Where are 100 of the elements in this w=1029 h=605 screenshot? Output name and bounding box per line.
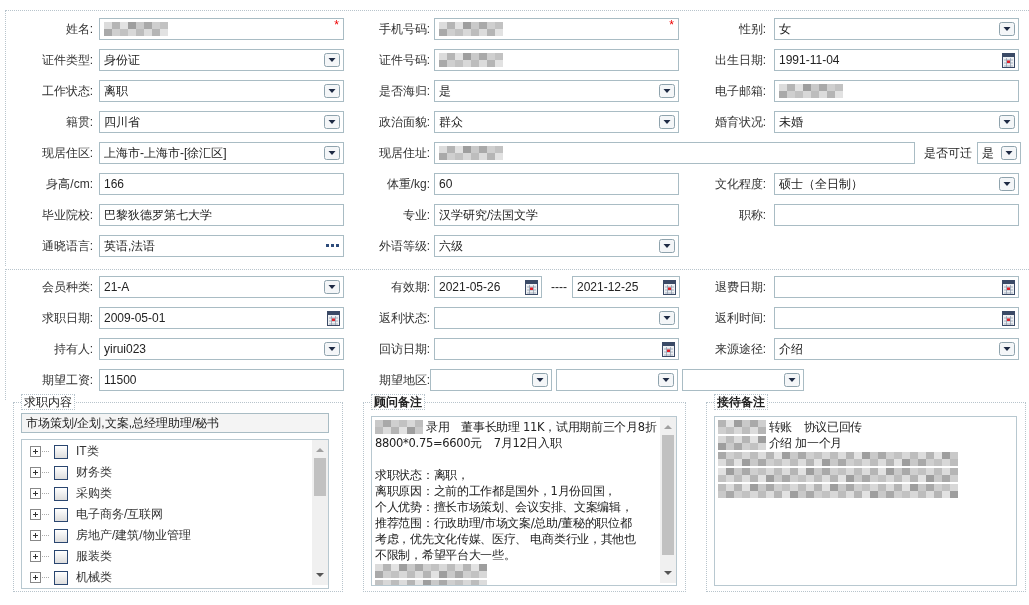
tree-item[interactable]: 机械类	[76, 569, 112, 586]
text-field[interactable]	[434, 142, 915, 164]
calendar-icon[interactable]	[327, 310, 340, 326]
text-field[interactable]: 市场策划/企划,文案,总经理助理/秘书	[21, 413, 329, 433]
calendar-icon[interactable]	[662, 341, 675, 357]
calendar-icon[interactable]	[1002, 310, 1015, 326]
panel-title: 求职内容	[21, 394, 75, 410]
notes-textarea[interactable]: 转账 协议已回传 介绍 加一个月	[713, 416, 1017, 586]
field-label: 有效期:	[389, 279, 430, 296]
dropdown[interactable]: yirui023	[99, 338, 344, 360]
expand-icon[interactable]	[30, 488, 50, 499]
tree-item[interactable]: 房地产/建筑/物业管理	[76, 527, 191, 544]
expand-icon[interactable]	[30, 446, 50, 457]
text-field[interactable]: 11500	[99, 369, 344, 391]
dropdown[interactable]: 上海市-上海市-[徐汇区]	[99, 142, 344, 164]
dropdown[interactable]: 是	[977, 142, 1021, 164]
note-text: 不限制，希望平台大一些。	[375, 547, 516, 563]
dropdown[interactable]: 是	[434, 80, 679, 102]
date-field[interactable]	[434, 338, 679, 360]
field-label: 通晓语言:	[40, 238, 93, 255]
tree-item[interactable]: 采购类	[76, 485, 112, 502]
dropdown[interactable]: 身份证	[99, 49, 344, 71]
field-label: 期望地区:	[377, 372, 430, 389]
text-field[interactable]	[774, 204, 1019, 226]
field-value: 群众	[439, 114, 464, 131]
dropdown[interactable]: 硕士（全日制）	[774, 173, 1019, 195]
text-field[interactable]	[774, 80, 1019, 102]
expand-icon[interactable]	[30, 509, 50, 520]
notes-textarea[interactable]: 录用 董事长助理 11K，试用期前三个月8折 8800*0.75=6600元 7月12日入职 求职状态：离职， 离职原因：之前的工作都是国外，1月份回国， 个人优势：擅长市场策划、会议安排、文案编辑， 推荐范围：行政助理/市场文案/总助/董秘的职位都 考虑，优先文化传媒、医疗、 电商类行业，其他也 不限制，希望平台大一些。	[371, 416, 677, 586]
field-label: 毕业院校:	[40, 207, 93, 224]
tree-item[interactable]: 财务类	[76, 464, 112, 481]
field-label: 职称:	[737, 207, 766, 224]
note-text: 求职状态：离职，	[375, 467, 469, 483]
scrollbar[interactable]	[312, 440, 328, 585]
field-label: 婚育状况:	[713, 114, 766, 131]
text-field[interactable]: 166	[99, 173, 344, 195]
text-field[interactable]	[434, 49, 679, 71]
expand-icon[interactable]	[30, 467, 50, 478]
field-label: 退费日期:	[713, 279, 766, 296]
note-text: 考虑，优先文化传媒、医疗、 电商类行业，其他也	[375, 531, 636, 547]
tree-item[interactable]: IT类	[76, 443, 99, 460]
expand-icon[interactable]	[30, 551, 50, 562]
field-label: 回访日期:	[377, 341, 430, 358]
field-label: ----	[551, 279, 567, 296]
field-label: 持有人:	[52, 341, 93, 358]
field-label: 籍贯:	[64, 114, 93, 131]
text-field[interactable]: 60	[434, 173, 679, 195]
checkbox[interactable]	[54, 570, 68, 585]
checkbox[interactable]	[54, 549, 68, 564]
checkbox[interactable]	[54, 486, 68, 501]
text-field[interactable]: *	[99, 18, 344, 40]
dropdown[interactable]: 未婚	[774, 111, 1019, 133]
date-field[interactable]: 2009-05-01	[99, 307, 344, 329]
field-label: 专业:	[401, 207, 430, 224]
field-label: 工作状态:	[40, 83, 93, 100]
text-field[interactable]: 汉学研究/法国文学	[434, 204, 679, 226]
expand-icon[interactable]	[30, 572, 50, 583]
date-field[interactable]	[774, 276, 1019, 298]
field-value: 六级	[439, 238, 464, 255]
field-label: 证件类型:	[40, 52, 93, 69]
field-label: 会员种类:	[40, 279, 93, 296]
calendar-icon[interactable]	[1002, 52, 1015, 68]
checkbox[interactable]	[54, 507, 68, 522]
field-value: 身份证	[104, 52, 141, 69]
more-icon[interactable]	[326, 244, 340, 248]
text-field[interactable]: 巴黎狄德罗第七大学	[99, 204, 344, 226]
dropdown[interactable]: 女	[774, 18, 1019, 40]
dropdown[interactable]: 群众	[434, 111, 679, 133]
tree-item[interactable]: 电子商务/互联网	[76, 506, 164, 523]
date-field[interactable]	[774, 307, 1019, 329]
date-field[interactable]: 2021-05-26	[434, 276, 542, 298]
field-value: 2021-05-26	[439, 279, 502, 296]
field-value: 21-A	[104, 279, 131, 296]
date-field[interactable]: 1991-11-04	[774, 49, 1019, 71]
field-label: 是否可迁	[924, 145, 972, 162]
field-label: 现居住区:	[40, 145, 93, 162]
dropdown[interactable]: 介绍	[774, 338, 1019, 360]
note-text: 个人优势：擅长市场策划、会议安排、文案编辑，	[375, 499, 633, 515]
tree-item[interactable]: 服装类	[76, 548, 112, 565]
field-value: 硕士（全日制）	[779, 176, 864, 193]
field-value: 2009-05-01	[104, 310, 167, 327]
field-value: 介绍	[779, 341, 804, 358]
field-label: 返利状态:	[377, 310, 430, 327]
checkbox[interactable]	[54, 528, 68, 543]
checkbox[interactable]	[54, 444, 68, 459]
scrollbar[interactable]	[659, 417, 676, 583]
calendar-icon[interactable]	[525, 279, 538, 295]
expand-icon[interactable]	[30, 530, 50, 541]
calendar-icon[interactable]	[1002, 279, 1015, 295]
dropdown[interactable]: 六级	[434, 235, 679, 257]
note-text: 推荐范围：行政助理/市场文案/总助/董秘的职位都	[375, 515, 632, 531]
checkbox[interactable]	[54, 465, 68, 480]
dropdown[interactable]: 四川省	[99, 111, 344, 133]
date-field[interactable]: 2021-12-25	[572, 276, 680, 298]
dropdown[interactable]: 21-A	[99, 276, 344, 298]
dropdown[interactable]: 离职	[99, 80, 344, 102]
calendar-icon[interactable]	[663, 279, 676, 295]
picker-field[interactable]: 英语,法语	[99, 235, 344, 257]
text-field[interactable]: *	[434, 18, 679, 40]
field-label: 身高/cm:	[45, 176, 93, 193]
